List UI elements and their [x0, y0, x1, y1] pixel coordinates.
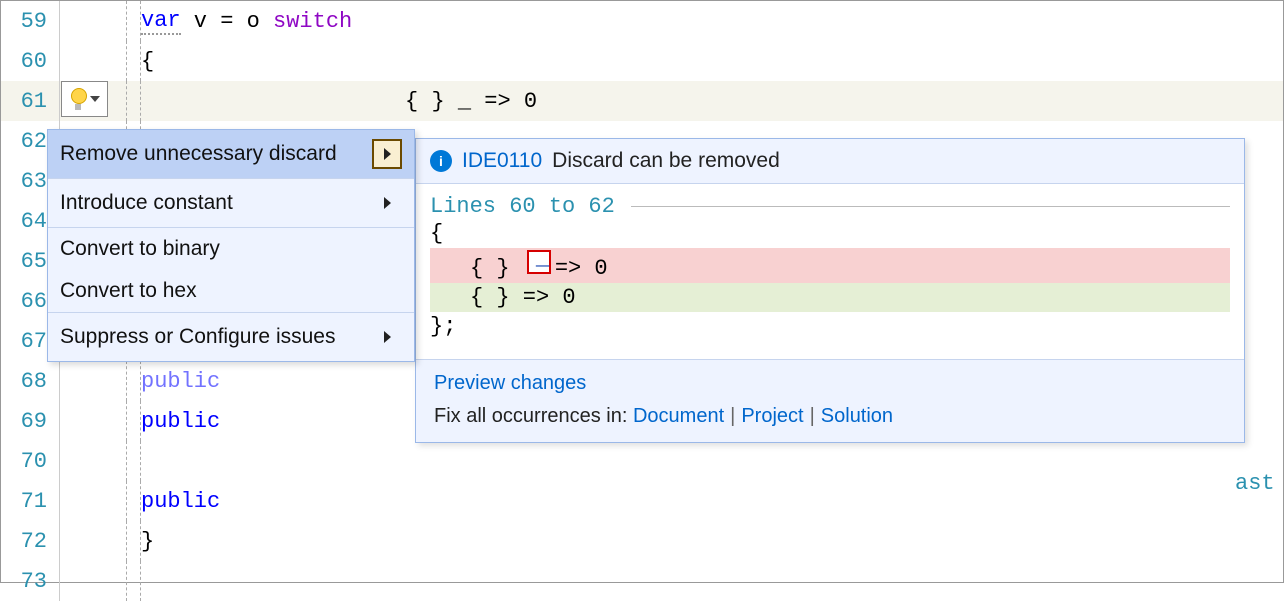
line-number: 72 — [1, 521, 59, 561]
code-line[interactable]: 61 { } _ => 0 — [1, 81, 1283, 121]
fix-scope-link[interactable]: Solution — [821, 405, 893, 427]
diff-added-line: { } => 0 — [430, 283, 1230, 312]
chevron-right-icon — [384, 197, 391, 209]
code-text[interactable]: { — [141, 41, 1283, 81]
diff-removed-line: { } => 0 — [430, 248, 1230, 283]
gutter — [59, 41, 141, 81]
quick-action-item[interactable]: Introduce constant — [48, 178, 414, 227]
submenu-indicator — [372, 188, 402, 218]
preview-diff: Lines 60 to 62 { { } => 0 { } => 0 }; — [416, 184, 1244, 359]
code-text[interactable]: public — [141, 481, 1283, 521]
quick-actions-lightbulb[interactable] — [61, 81, 108, 117]
code-line[interactable]: 72 } — [1, 521, 1283, 561]
code-line[interactable]: 71 public — [1, 481, 1283, 521]
gutter — [59, 1, 141, 41]
line-number: 71 — [1, 481, 59, 521]
quick-action-item[interactable]: Convert to binary — [48, 227, 414, 270]
quick-action-label: Convert to binary — [60, 237, 220, 261]
gutter — [59, 441, 141, 481]
code-line[interactable]: 70 — [1, 441, 1283, 481]
gutter — [59, 521, 141, 561]
line-number: 59 — [1, 1, 59, 41]
separator: | — [724, 405, 741, 427]
line-number: 61 — [1, 81, 59, 121]
quick-action-label: Remove unnecessary discard — [60, 142, 337, 166]
diff-context-line: }; — [430, 312, 1230, 341]
preview-changes-link[interactable]: Preview changes — [434, 372, 586, 395]
separator: | — [804, 405, 821, 427]
chevron-right-icon — [384, 331, 391, 343]
submenu-indicator — [372, 139, 402, 169]
diagnostic-message: Discard can be removed — [552, 149, 780, 173]
diff-context-line: { — [430, 219, 1230, 248]
line-number: 73 — [1, 561, 59, 601]
highlighted-discard-icon — [527, 250, 551, 274]
quick-action-item[interactable]: Convert to hex — [48, 270, 414, 312]
code-editor[interactable]: 59 var v = o switch60 {61 { } _ => 062 6… — [1, 1, 1283, 582]
code-line[interactable]: 59 var v = o switch — [1, 1, 1283, 41]
gutter — [59, 361, 141, 401]
quick-action-label: Convert to hex — [60, 279, 197, 303]
gutter — [59, 481, 141, 521]
line-number: 68 — [1, 361, 59, 401]
line-number: 70 — [1, 441, 59, 481]
code-line[interactable]: 60 { — [1, 41, 1283, 81]
chevron-down-icon — [90, 96, 100, 102]
fix-all-label: Fix all occurrences in: — [434, 405, 627, 427]
gutter — [59, 561, 141, 601]
code-token-class: ast — [1235, 471, 1275, 496]
preview-footer: Preview changes Fix all occurrences in: … — [416, 359, 1244, 442]
quick-action-label: Introduce constant — [60, 191, 233, 215]
code-text[interactable] — [141, 441, 1283, 481]
fix-preview-panel: i IDE0110 Discard can be removed Lines 6… — [415, 138, 1245, 443]
line-number: 60 — [1, 41, 59, 81]
fix-all-row: Fix all occurrences in: Document|Project… — [434, 405, 1226, 428]
fix-scope-link[interactable]: Project — [741, 405, 803, 427]
code-line[interactable]: 73 — [1, 561, 1283, 601]
lightbulb-icon — [70, 88, 86, 110]
diagnostic-id[interactable]: IDE0110 — [462, 149, 542, 173]
code-text[interactable] — [141, 561, 1283, 601]
quick-action-item[interactable]: Remove unnecessary discard — [48, 130, 414, 178]
quick-action-item[interactable]: Suppress or Configure issues — [48, 312, 414, 361]
gutter — [59, 401, 141, 441]
preview-header: i IDE0110 Discard can be removed — [416, 139, 1244, 184]
line-number: 69 — [1, 401, 59, 441]
diff-lines-label: Lines 60 to 62 — [430, 194, 1230, 219]
fix-scope-link[interactable]: Document — [633, 405, 724, 427]
info-icon: i — [430, 150, 452, 172]
quick-action-label: Suppress or Configure issues — [60, 325, 335, 349]
submenu-indicator — [372, 322, 402, 352]
chevron-right-icon — [384, 148, 391, 160]
code-text[interactable]: var v = o switch — [141, 1, 1283, 41]
quick-actions-menu: Remove unnecessary discard Introduce cons… — [47, 129, 415, 362]
code-text[interactable]: { } _ => 0 — [141, 81, 1283, 121]
code-text[interactable]: } — [141, 521, 1283, 561]
